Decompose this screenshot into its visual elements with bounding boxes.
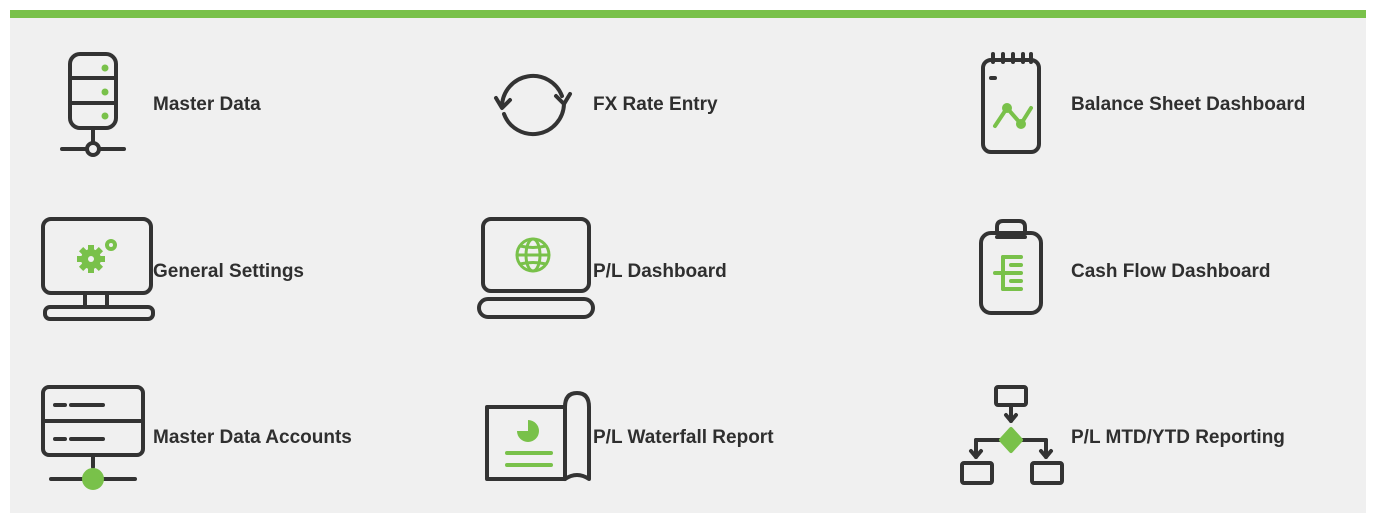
tile-balance-sheet-dashboard[interactable]: Balance Sheet Dashboard: [951, 50, 1305, 160]
tile-label: P/L Waterfall Report: [593, 427, 774, 448]
tile-label: Master Data: [153, 94, 261, 115]
tile-pl-mtd-ytd-reporting[interactable]: P/L MTD/YTD Reporting: [951, 383, 1285, 493]
server-network-icon: [33, 383, 153, 493]
tile-label: Cash Flow Dashboard: [1071, 261, 1271, 282]
notepad-chart-icon: [951, 50, 1071, 160]
scroll-report-icon: [473, 383, 593, 493]
laptop-globe-icon: [473, 217, 595, 327]
tile-label: Master Data Accounts: [153, 427, 352, 448]
accent-bar: [10, 10, 1366, 18]
dashboard-panel: Master Data FX Rate Entry Balance Sheet …: [10, 10, 1366, 513]
tile-master-data[interactable]: Master Data: [33, 50, 261, 160]
tile-label: Balance Sheet Dashboard: [1071, 94, 1306, 115]
tile-fx-rate-entry[interactable]: FX Rate Entry: [473, 50, 718, 160]
tile-label: P/L MTD/YTD Reporting: [1071, 427, 1285, 448]
tile-label: P/L Dashboard: [593, 261, 727, 282]
flowchart-icon: [951, 383, 1071, 493]
refresh-cycle-icon: [473, 50, 593, 160]
tile-pl-dashboard[interactable]: P/L Dashboard: [473, 217, 727, 327]
tile-general-settings[interactable]: General Settings: [33, 217, 304, 327]
tile-pl-waterfall-report[interactable]: P/L Waterfall Report: [473, 383, 774, 493]
tile-label: FX Rate Entry: [593, 94, 718, 115]
tile-cash-flow-dashboard[interactable]: Cash Flow Dashboard: [951, 217, 1271, 327]
database-server-icon: [33, 50, 153, 160]
clipboard-list-icon: [951, 217, 1071, 327]
monitor-gears-icon: [33, 217, 155, 327]
tile-label: General Settings: [153, 261, 304, 282]
tile-master-data-accounts[interactable]: Master Data Accounts: [33, 383, 352, 493]
